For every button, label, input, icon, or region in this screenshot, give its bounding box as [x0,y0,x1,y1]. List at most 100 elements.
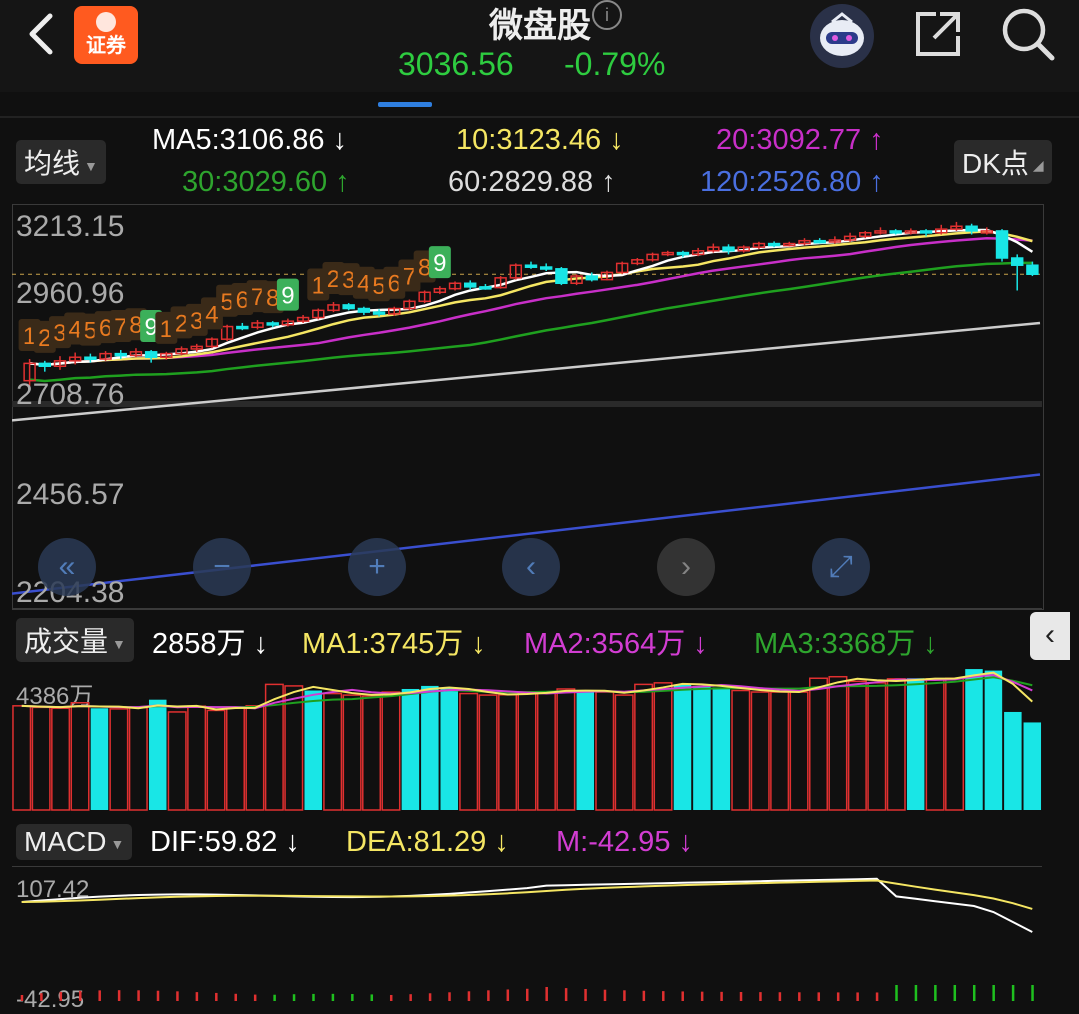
scroll-right-icon[interactable]: › [657,538,715,596]
dk-point-dropdown[interactable]: DK点 ◢ [954,140,1052,184]
ma120-value: 120:2526.80 ↑ [700,166,884,198]
scroll-left-icon[interactable]: ‹ [502,538,560,596]
volume-bar [536,690,556,811]
td-label-text: 9 [281,283,294,310]
macd-histogram-bar [545,986,548,1001]
macd-histogram-bar [79,990,82,1001]
macd-histogram-bar [992,985,995,1001]
candle-body [524,264,538,268]
volume-bar [459,692,479,811]
volume-bar [595,691,615,811]
macd-histogram-bar [856,992,859,1001]
volume-bar [693,685,711,810]
volume-bar [401,688,420,810]
back-arrow-icon[interactable] [18,8,62,60]
volume-bar [225,706,245,811]
volume-bar [31,706,51,811]
macd-histogram-bar [215,992,218,1001]
volume-bar [750,691,770,811]
divider [0,116,1079,118]
ma-type-dropdown[interactable]: 均线 ▼ [16,140,106,184]
fullscreen-icon[interactable]: ⤢ [812,538,870,596]
volume-bar [362,695,382,811]
ma20-line [29,236,1033,367]
candle-body [676,251,690,256]
macd-histogram-bar [1031,985,1034,1001]
robot-assistant-icon[interactable] [810,4,874,68]
scroll-to-start-icon[interactable]: « [38,538,96,596]
chevron-down-icon: ▼ [110,835,125,852]
macd-histogram-bar [156,990,160,1001]
candle-body [813,239,826,244]
candle-body [342,304,355,310]
candle-body [1026,264,1039,275]
broker-logo[interactable]: 证券 [74,6,138,64]
chevron-down-icon: ▼ [84,157,98,174]
volume-bar [187,705,207,811]
collapse-panel-button[interactable]: ‹ [1030,612,1070,660]
macd-chart [20,877,1034,1001]
candle-body [585,275,598,281]
info-icon[interactable]: i [592,0,622,30]
macd-histogram-bar [798,992,801,1001]
macd-histogram-bar [409,994,412,1001]
macd-histogram-bar [972,985,976,1001]
macd-histogram-bar [351,994,354,1001]
volume-bar [925,678,945,811]
candle-body [767,242,781,247]
candle-body [722,246,735,252]
macd-histogram-bar [739,991,743,1001]
macd-histogram-bar [331,993,335,1001]
volume-bar [847,680,867,811]
macd-histogram-bar [312,993,315,1001]
volume-bar [867,682,887,811]
volume-indicator-label: 成交量 [24,626,109,657]
volume-bar [498,694,518,811]
candle-body [464,282,477,288]
volume-bar [828,675,848,811]
macd-histogram-bar [778,992,782,1001]
macd-histogram-bar [292,994,296,1001]
macd-histogram-bar [389,994,393,1001]
volume-bar [323,692,343,811]
td-label-text: 9 [433,250,446,277]
volume-bar [770,691,790,811]
candle-body [114,352,127,357]
volume-indicator-dropdown[interactable]: 成交量 ▼ [16,618,134,662]
volume-bar [673,684,692,810]
volume-bar [90,708,109,810]
macd-histogram-bar [720,991,723,1001]
volume-ma3: MA3:3368万 ↓ [754,628,938,660]
share-icon[interactable] [910,6,966,62]
ma-type-label: 均线 [24,148,81,179]
macd-histogram-bar [59,991,63,1001]
zoom-in-icon[interactable]: + [348,538,406,596]
macd-dif: DIF:59.82 ↓ [150,826,300,858]
ma10-value: 10:3123.46 ↓ [456,124,624,156]
y-axis-label: 2960.96 [16,277,125,310]
volume-bar [906,678,925,810]
y-axis-label: 2456.57 [16,478,125,511]
macd-histogram-bar [623,990,626,1001]
ma10-line [29,230,1033,367]
candle-body [479,286,492,290]
candle-body [84,356,97,360]
zoom-out-icon[interactable]: − [193,538,251,596]
volume-bar [1004,711,1022,810]
corner-triangle-icon: ◢ [1032,157,1044,174]
macd-histogram-bar [953,985,957,1001]
candle-body [357,307,371,313]
change-percent: -0.79% [564,46,666,82]
ma30-value: 30:3029.60 ↑ [182,166,350,198]
macd-histogram-bar [642,990,646,1001]
volume-bar [304,690,322,810]
macd-histogram-bar [487,990,490,1001]
candle-body [1010,257,1024,266]
macd-histogram-bar [836,992,840,1001]
search-icon[interactable] [998,4,1058,64]
macd-indicator-dropdown[interactable]: MACD ▼ [16,824,133,860]
candle-body [266,322,279,326]
macd-histogram-bar [273,994,276,1001]
macd-histogram-bar [584,989,587,1001]
volume-bar [614,694,634,811]
